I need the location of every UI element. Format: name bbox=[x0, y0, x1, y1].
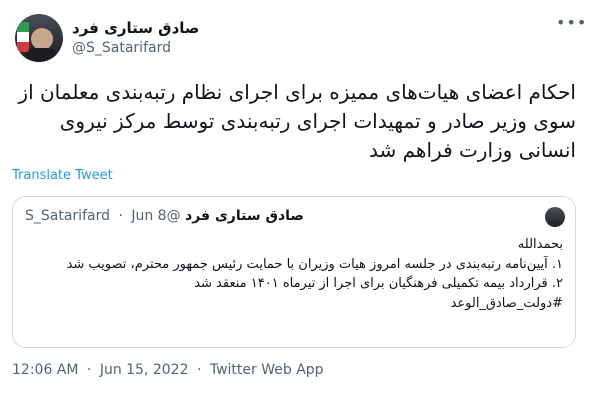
person-body bbox=[24, 48, 60, 62]
separator-dot: · bbox=[196, 362, 202, 378]
user-handle[interactable]: @S_Satarifard bbox=[72, 40, 171, 56]
separator-dot: · bbox=[118, 208, 123, 224]
separator-dot: · bbox=[86, 362, 92, 378]
more-options-icon[interactable]: ••• bbox=[556, 15, 586, 36]
avatar[interactable] bbox=[15, 14, 63, 62]
flag-icon bbox=[17, 22, 29, 52]
quoted-tweet[interactable]: صادق ستاری فرد @S_Satarifard · Jun 8 بحم… bbox=[12, 196, 576, 348]
quoted-line: ۲. قرارداد بیمه تکمیلی فرهنگیان برای اجر… bbox=[194, 276, 563, 291]
tweet-text: احکام اعضای هیات‌های ممیزه برای اجرای نظ… bbox=[18, 80, 576, 162]
quoted-avatar[interactable] bbox=[545, 207, 565, 227]
display-name[interactable]: صادق ستاری فرد bbox=[72, 19, 199, 37]
tweet-date[interactable]: Jun 15, 2022 bbox=[100, 362, 189, 378]
tweet-time[interactable]: 12:06 AM bbox=[12, 362, 78, 378]
quoted-date[interactable]: Jun 8 bbox=[131, 208, 166, 224]
quoted-hashtag[interactable]: #دولت_صادق_الوعد bbox=[27, 294, 563, 314]
quoted-display-name[interactable]: صادق ستاری فرد bbox=[185, 208, 304, 224]
tweet-footer: 12:06 AM · Jun 15, 2022 · Twitter Web Ap… bbox=[12, 362, 324, 378]
quoted-line: بحمدالله bbox=[517, 237, 563, 252]
tweet-header: صادق ستاری فرد @S_Satarifard ••• bbox=[12, 10, 588, 62]
quoted-line: ۱. آیین‌نامه رتبه‌بندی در جلسه امروز هیا… bbox=[66, 256, 563, 272]
quoted-text: بحمدالله ۱. آیین‌نامه رتبه‌بندی در جلسه … bbox=[27, 235, 563, 313]
quoted-header: صادق ستاری فرد @S_Satarifard · Jun 8 bbox=[25, 208, 523, 224]
translate-tweet-link[interactable]: Translate Tweet bbox=[12, 168, 113, 183]
person-head bbox=[31, 28, 53, 50]
tweet-source[interactable]: Twitter Web App bbox=[210, 362, 324, 378]
